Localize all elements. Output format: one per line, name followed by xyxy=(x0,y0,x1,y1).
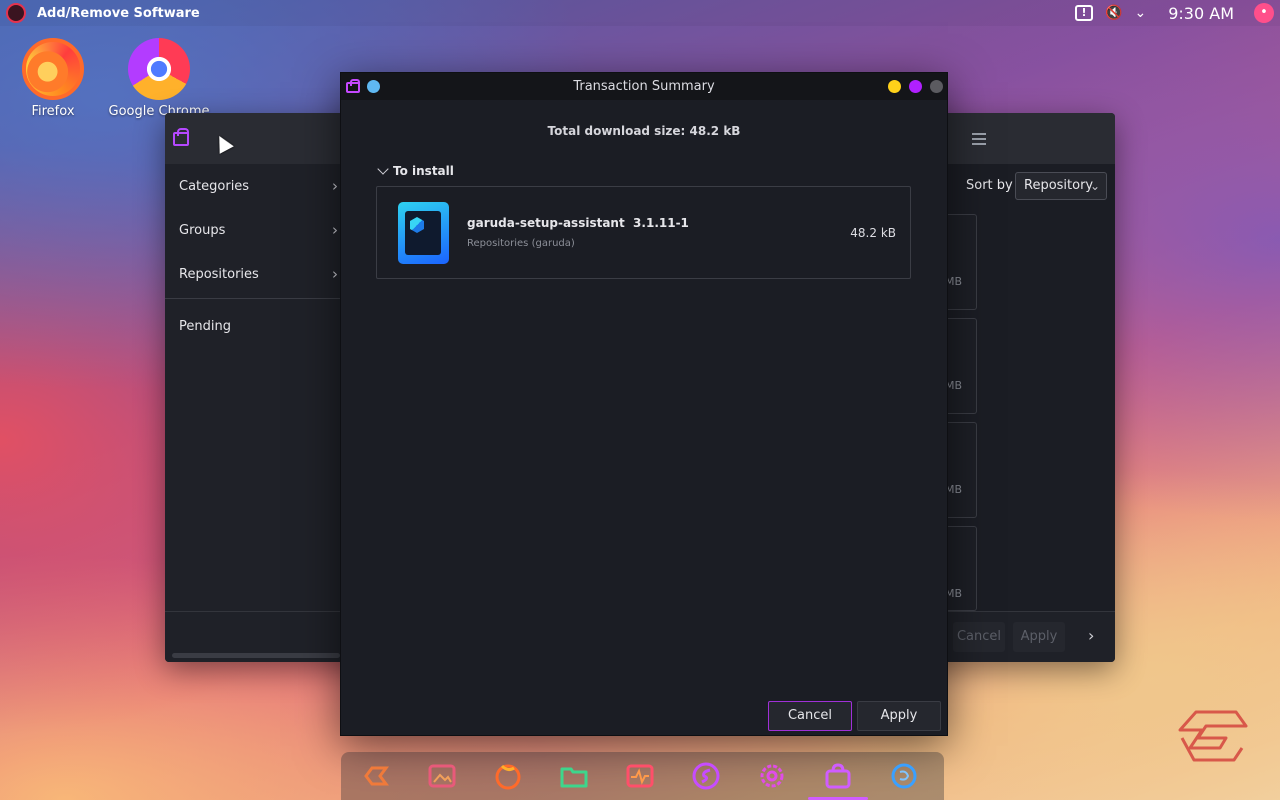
dock-item-settings[interactable] xyxy=(756,760,788,792)
package-icon xyxy=(398,202,449,264)
sidebar-item-pending[interactable]: Pending xyxy=(165,304,340,348)
chevron-down-icon: ⌄ xyxy=(1089,179,1100,193)
software-bag-icon xyxy=(346,79,360,93)
horizontal-scrollbar[interactable] xyxy=(172,653,340,658)
clock[interactable]: 9:30 AM xyxy=(1168,4,1234,23)
hello-icon xyxy=(692,762,720,790)
sidebar-item-categories[interactable]: Categories › xyxy=(165,164,340,208)
sidebar-item-groups[interactable]: Groups › xyxy=(165,208,340,252)
firefox-icon xyxy=(495,764,521,790)
cancel-button[interactable]: Cancel xyxy=(953,622,1005,652)
dialog-title: Transaction Summary xyxy=(573,79,715,94)
total-download-size: Total download size: 48.2 kB xyxy=(547,124,741,138)
volume-muted-icon[interactable]: 🔇 xyxy=(1105,5,1122,21)
sidebar-item-label: Categories xyxy=(179,178,250,194)
user-avatar[interactable]: • xyxy=(1254,3,1274,23)
sort-by-select[interactable]: Repository ⌄ xyxy=(1015,172,1107,200)
desktop-icon-label: Firefox xyxy=(31,104,75,119)
garuda-logo-icon xyxy=(1178,710,1248,762)
garuda-app-icon[interactable] xyxy=(6,3,26,23)
sort-by-value: Repository xyxy=(1024,178,1094,193)
chevron-right-icon[interactable]: › xyxy=(1088,626,1094,645)
hamburger-menu-icon[interactable] xyxy=(972,133,986,145)
sort-by-label: Sort by xyxy=(966,178,1013,193)
close-button[interactable] xyxy=(930,80,943,93)
to-install-toggle[interactable]: To install xyxy=(377,163,454,178)
maximize-button[interactable] xyxy=(909,80,922,93)
dock-item-system-monitor[interactable] xyxy=(624,760,656,792)
sidebar-item-label: Pending xyxy=(179,318,231,334)
desktop-icon-firefox[interactable]: Firefox xyxy=(0,38,108,119)
dock-item-garuda-welcome[interactable] xyxy=(360,760,392,792)
dock-item-hello[interactable] xyxy=(690,760,722,792)
dock-item-image-viewer[interactable] xyxy=(426,760,458,792)
dock-item-file-manager[interactable] xyxy=(558,760,590,792)
system-tray: ! 🔇 ⌄ 9:30 AM • xyxy=(1075,3,1274,23)
chrome-icon xyxy=(128,38,190,100)
dock-item-firefox[interactable] xyxy=(492,760,524,792)
file-manager-icon xyxy=(560,767,588,788)
chevron-down-icon xyxy=(377,163,389,175)
sidebar: Categories › Groups › Repositories › Pen… xyxy=(165,164,340,611)
active-window-title: Add/Remove Software xyxy=(37,5,200,21)
chevron-right-icon: › xyxy=(332,177,338,195)
firefox-icon xyxy=(22,38,84,100)
pin-icon[interactable] xyxy=(367,80,380,93)
refresh-tool-icon xyxy=(891,763,917,789)
apply-button[interactable]: Apply xyxy=(857,701,941,731)
package-row[interactable]: garuda-setup-assistant 3.1.11-1 Reposito… xyxy=(376,186,911,279)
image-viewer-icon xyxy=(428,764,456,788)
minimize-button[interactable] xyxy=(888,80,901,93)
sidebar-item-label: Groups xyxy=(179,222,226,238)
sidebar-divider xyxy=(165,298,340,299)
transaction-summary-dialog: Transaction Summary Total download size:… xyxy=(340,72,948,736)
tray-expand-chevron-icon[interactable]: ⌄ xyxy=(1135,5,1147,21)
chevron-right-icon: › xyxy=(332,265,338,283)
software-bag-icon xyxy=(173,128,189,146)
desktop-icon-chrome[interactable]: Google Chrome xyxy=(104,38,214,119)
settings-icon xyxy=(760,764,784,788)
dock xyxy=(341,752,944,800)
notification-icon[interactable]: ! xyxy=(1075,5,1094,21)
cancel-button[interactable]: Cancel xyxy=(768,701,852,731)
system-monitor-icon xyxy=(626,764,654,788)
sidebar-item-repositories[interactable]: Repositories › xyxy=(165,252,340,296)
sidebar-item-label: Repositories xyxy=(179,266,259,282)
package-repository: Repositories (garuda) xyxy=(467,238,575,249)
mouse-cursor-icon xyxy=(212,132,234,154)
package-size: 48.2 kB xyxy=(850,226,896,240)
chevron-right-icon: › xyxy=(332,221,338,239)
dock-item-software-store[interactable] xyxy=(822,760,854,792)
garuda-welcome-icon xyxy=(364,766,389,786)
apply-button[interactable]: Apply xyxy=(1013,622,1065,652)
dock-item-refresh-tool[interactable] xyxy=(888,760,920,792)
top-panel: Add/Remove Software ! 🔇 ⌄ 9:30 AM • xyxy=(0,0,1280,26)
section-label: To install xyxy=(393,164,454,178)
software-store-icon xyxy=(825,763,851,789)
package-name: garuda-setup-assistant 3.1.11-1 xyxy=(467,216,689,230)
package-icon-inner xyxy=(405,211,441,255)
dialog-titlebar[interactable]: Transaction Summary xyxy=(341,73,947,100)
